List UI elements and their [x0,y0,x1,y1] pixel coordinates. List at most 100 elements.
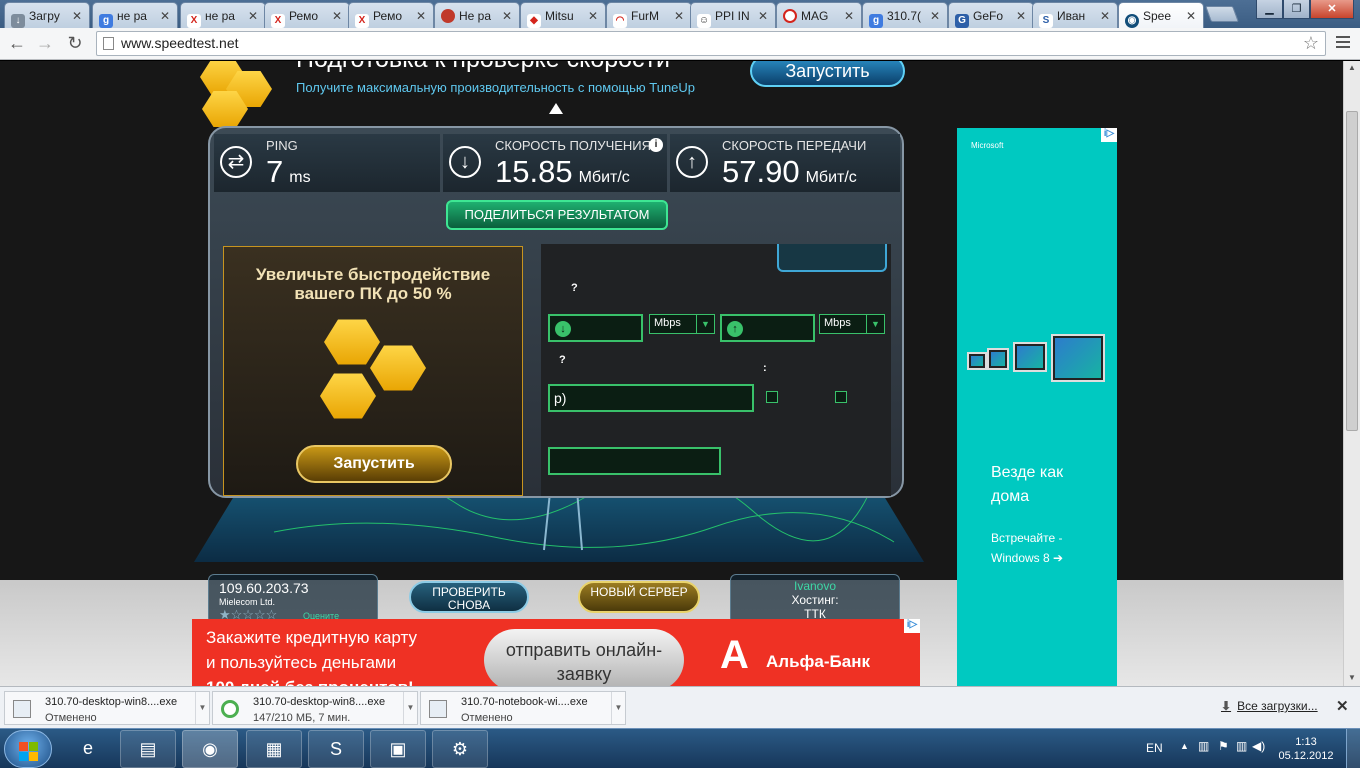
tab-close-icon[interactable]: ✕ [1186,9,1196,23]
flag-icon[interactable]: ⚑ [1218,739,1229,753]
bookmark-star-icon[interactable]: ☆ [1303,33,1319,54]
download-item[interactable]: 310.70-desktop-win8....exe Отменено ▼ [4,691,210,725]
apply-online-button[interactable]: отправить онлайн-заявку [484,629,684,686]
tab-ivan[interactable]: S Иван ✕ [1032,2,1118,28]
steam-icon[interactable]: ⚙ [432,730,488,768]
wrench-menu-icon[interactable] [1336,36,1350,51]
tab-repair-1[interactable]: X Ремо ✕ [264,2,350,28]
start-button[interactable] [4,730,52,768]
forward-arrow-icon[interactable]: → [34,32,56,54]
comment-field[interactable] [548,447,721,475]
volume-icon[interactable]: ◀) [1252,739,1265,753]
chevron-down-icon[interactable]: ▼ [611,692,625,724]
language-indicator[interactable]: EN [1146,741,1163,755]
geforce-icon: G [955,14,969,28]
chrome-icon[interactable]: ◉ [182,730,238,768]
tray-expand-icon[interactable]: ▲ [1180,741,1189,751]
download-item[interactable]: 310.70-notebook-wi....exe Отменено ▼ [420,691,626,725]
info-icon[interactable]: i [649,138,663,152]
all-downloads-link[interactable]: ⬇ Все загрузки... [1221,699,1318,713]
tab-mitsubishi[interactable]: ◆ Mitsu ✕ [520,2,606,28]
tab-close-icon[interactable]: ✕ [416,9,426,23]
tab-close-icon[interactable]: ✕ [160,9,170,23]
reload-icon[interactable]: ↻ [64,32,86,54]
checkbox-2[interactable] [835,391,847,403]
network-icon[interactable]: ▥ [1198,739,1209,753]
microsoft-ad[interactable]: i▷ Microsoft Везде как дома Встречайте -… [957,128,1117,686]
scroll-up-icon[interactable]: ▲ [1348,63,1356,72]
adchoices-icon[interactable]: i▷ [1101,128,1117,142]
chevron-down-icon[interactable]: ▼ [403,692,417,724]
clock[interactable]: 1:13 05.12.2012 [1276,735,1336,763]
ad-cta[interactable]: Встречайте - Windows 8 ➔ [991,528,1091,568]
explorer-folder-icon[interactable]: ▤ [120,730,176,768]
control-panel-icon[interactable]: ▦ [246,730,302,768]
close-window-icon[interactable]: ✕ [1310,0,1354,19]
tab-repair-2[interactable]: X Ремо ✕ [348,2,434,28]
tab-geforce[interactable]: G GeFo ✕ [948,2,1034,28]
download-small-icon: ↓ [555,321,571,337]
tab-close-icon[interactable]: ✕ [588,9,598,23]
url-text: www.speedtest.net [121,35,239,51]
client-info: 109.60.203.73 Mielecom Ltd. ★☆☆☆☆ Оценит… [208,574,378,624]
network-icon[interactable]: ▥ [1236,739,1247,753]
tuneup-launch-button[interactable]: Запустить [750,61,905,87]
tab-google-2[interactable]: g 310.7(✕ [862,2,948,28]
collapse-triangle-icon[interactable] [549,103,563,114]
download-speed-field[interactable]: ↓ [548,314,643,342]
tab-close-icon[interactable]: ✕ [72,9,82,23]
mitsubishi-icon: ◆ [527,14,541,28]
monitor-app-icon[interactable]: ▣ [370,730,426,768]
tab-close-icon[interactable]: ✕ [758,9,768,23]
download-item[interactable]: 310.70-desktop-win8....exe 147/210 МБ, 7… [212,691,418,725]
tab-forum[interactable]: Xне ра ✕ [180,2,266,28]
ppi-icon: ☺ [697,14,711,28]
maximize-icon[interactable]: ❐ [1283,0,1310,19]
form-tab[interactable] [777,244,887,272]
tab-furmark[interactable]: ◠ FurM ✕ [606,2,692,28]
tab-ppi[interactable]: ☺ PPI IN ✕ [690,2,776,28]
upload-unit-select[interactable]: Mbps ▼ [819,314,885,334]
tab-close-icon[interactable]: ✕ [674,9,684,23]
ie-icon[interactable]: e [60,730,116,768]
tab-not-working[interactable]: Не ра ✕ [434,2,520,28]
download-icon: ↓ [11,14,25,28]
scroll-down-icon[interactable]: ▼ [1348,673,1356,682]
minimize-icon[interactable]: ▁ [1256,0,1283,19]
checkbox-1[interactable] [766,391,778,403]
tab-mag[interactable]: MAG ✕ [776,2,862,28]
clock-time: 1:13 [1295,736,1317,748]
tab-downloads[interactable]: ↓ Загру ✕ [4,2,90,28]
retest-button[interactable]: ПРОВЕРИТЬ СНОВА [409,581,529,613]
tab-close-icon[interactable]: ✕ [930,9,940,23]
download-arrow-icon: ↓ [449,146,481,178]
new-tab-button[interactable] [1205,6,1239,22]
tab-close-icon[interactable]: ✕ [248,9,258,23]
adchoices-icon[interactable]: i▷ [904,619,920,633]
tab-close-icon[interactable]: ✕ [502,9,512,23]
tab-close-icon[interactable]: ✕ [332,9,342,23]
new-server-button[interactable]: НОВЫЙ СЕРВЕР [578,581,700,613]
share-result-button[interactable]: ПОДЕЛИТЬСЯ РЕЗУЛЬТАТОМ [446,200,668,230]
upload-speed-field[interactable]: ↑ [720,314,815,342]
back-arrow-icon[interactable]: ← [6,32,28,54]
scroll-thumb[interactable] [1346,111,1358,431]
tab-google[interactable]: g не ра ✕ [92,2,178,28]
tab-close-icon[interactable]: ✕ [1016,9,1026,23]
arrow-circle-icon: ➔ [1053,551,1064,565]
page-icon [103,37,114,50]
download-unit-select[interactable]: Mbps ▼ [649,314,715,334]
show-desktop-button[interactable] [1346,729,1360,768]
provider-field[interactable]: р) [548,384,754,412]
tab-speedtest[interactable]: ◉ Spee ✕ [1118,2,1204,28]
tab-close-icon[interactable]: ✕ [844,9,854,23]
address-bar[interactable]: www.speedtest.net ☆ [96,31,1326,56]
close-shelf-icon[interactable]: ✕ [1336,697,1349,715]
tab-close-icon[interactable]: ✕ [1100,9,1110,23]
tuneup-ad-launch-button[interactable]: Запустить [296,445,452,483]
alfabank-ad[interactable]: Закажите кредитную карту и пользуйтесь д… [192,619,920,686]
clock-date: 05.12.2012 [1278,750,1334,762]
skype-icon[interactable]: S [308,730,364,768]
page-scrollbar[interactable]: ▲ ▼ [1343,61,1360,686]
chevron-down-icon[interactable]: ▼ [195,692,209,724]
